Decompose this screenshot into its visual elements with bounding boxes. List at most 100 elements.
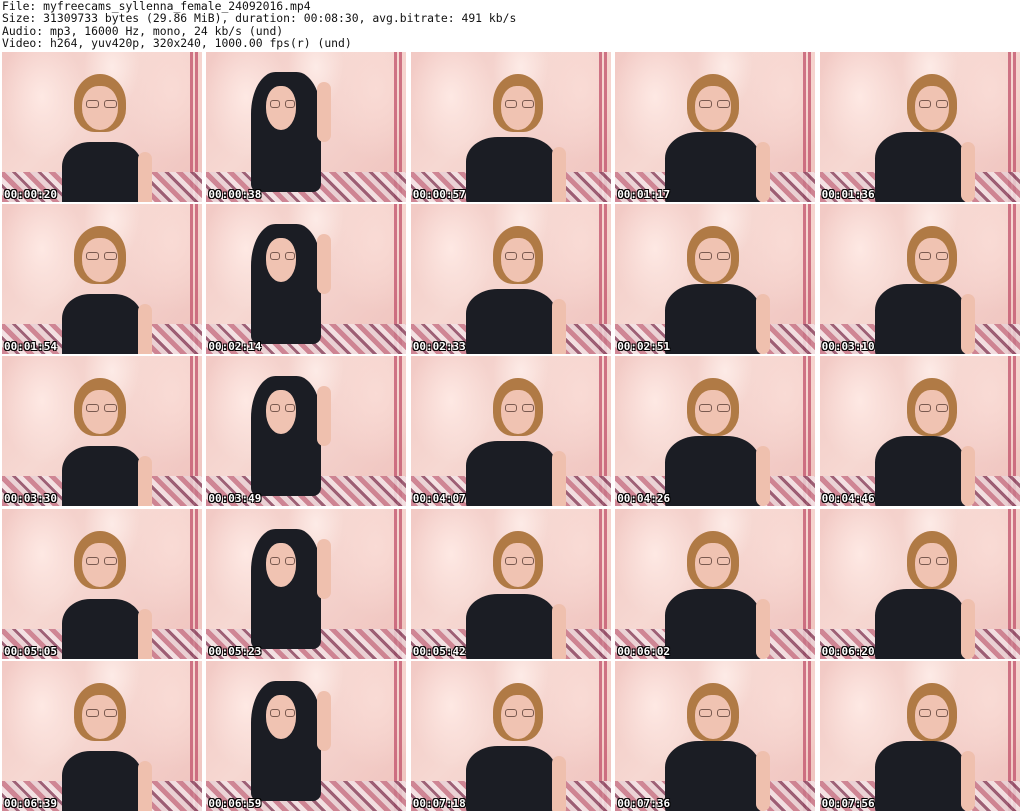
thumbnail-timestamp: 00:07:36 [617, 796, 671, 810]
thumbnail-timestamp: 00:00:57 [412, 188, 466, 201]
glasses-lens [918, 252, 931, 261]
person-arm [960, 294, 975, 355]
thumbnail-timestamp: 00:02:14 [208, 340, 262, 354]
glasses-lens [521, 252, 534, 261]
glasses-lens [935, 100, 948, 108]
person-face [695, 86, 732, 130]
person-dress [874, 284, 965, 355]
video-thumbnail: 00:03:49 [206, 356, 407, 507]
glasses-lens [104, 708, 117, 717]
glasses-lens [521, 708, 534, 717]
video-thumbnail: 00:02:51 [615, 204, 816, 355]
person-dress [665, 740, 761, 811]
glasses-lens [285, 404, 296, 413]
person-dress [465, 137, 556, 202]
glasses-lens [270, 404, 281, 413]
person-dress [465, 745, 556, 811]
person-arm [960, 750, 975, 811]
person-face [914, 694, 949, 739]
person-arm [317, 690, 332, 751]
thumbnail-timestamp: 00:04:26 [617, 492, 671, 506]
person-dress [465, 441, 556, 507]
glasses-lens [504, 100, 517, 108]
glasses-lens [717, 556, 731, 565]
person-face [500, 542, 535, 587]
thumbnail-timestamp: 00:06:39 [4, 796, 57, 810]
thumbnail-timestamp: 00:05:42 [412, 644, 466, 658]
person-face [914, 238, 949, 283]
video-thumbnail: 00:00:20 [2, 52, 202, 202]
glasses-lens [504, 252, 517, 261]
thumbnail-timestamp: 00:05:05 [4, 644, 57, 658]
person-dress [62, 750, 142, 811]
person-arm [138, 760, 152, 811]
thumbnail-timestamp: 00:05:23 [208, 644, 262, 658]
person-arm [960, 598, 975, 659]
person-face [695, 694, 732, 739]
person-arm [756, 294, 771, 355]
thumbnail-timestamp: 00:01:36 [821, 188, 875, 201]
glasses-lens [717, 252, 731, 261]
glasses-lens [104, 100, 117, 108]
person-face [914, 86, 949, 130]
glasses-lens [699, 708, 713, 717]
person-dress [874, 588, 965, 659]
person-arm [551, 755, 566, 811]
thumbnail-timestamp: 00:03:49 [208, 492, 262, 506]
video-thumbnail: 00:04:26 [615, 356, 816, 507]
thumbnail-timestamp: 00:02:33 [412, 340, 466, 354]
person-dress [62, 446, 142, 507]
person-dress [665, 284, 761, 355]
glasses-lens [86, 708, 99, 717]
glasses-lens [717, 404, 731, 413]
thumbnail-timestamp: 00:04:07 [412, 492, 466, 506]
person-dress [465, 593, 556, 659]
thumbnail-timestamp: 00:00:38 [208, 188, 262, 201]
video-thumbnail: 00:00:38 [206, 52, 407, 202]
person-dress [62, 142, 142, 202]
glasses-lens [935, 404, 948, 413]
person-dress [62, 598, 142, 659]
glasses-lens [521, 404, 534, 413]
glasses-lens [918, 556, 931, 565]
glasses-lens [285, 252, 296, 261]
glasses-lens [918, 708, 931, 717]
video-thumbnail: 00:01:36 [819, 52, 1020, 202]
glasses-lens [699, 252, 713, 261]
person-face [914, 390, 949, 435]
person-dress [874, 436, 965, 507]
glasses-lens [270, 252, 281, 261]
person-face [500, 86, 535, 130]
glasses-lens [104, 252, 117, 261]
video-info-line: Video: h264, yuv420p, 320x240, 1000.00 f… [2, 36, 352, 51]
video-thumbnail: 00:06:20 [819, 508, 1020, 659]
person-face [82, 694, 118, 739]
glasses-lens [270, 556, 281, 565]
person-face [695, 542, 732, 587]
video-thumbnail: 00:06:02 [615, 508, 816, 659]
glasses-lens [104, 556, 117, 565]
person-arm [551, 603, 566, 659]
person-arm [960, 446, 975, 507]
glasses-lens [86, 100, 99, 108]
video-thumbnail: 00:07:56 [819, 660, 1020, 811]
thumbnail-timestamp: 00:03:30 [4, 492, 57, 506]
thumbnail-timestamp: 00:01:54 [4, 340, 57, 354]
person-face [914, 542, 949, 587]
video-thumbnail: 00:04:07 [410, 356, 611, 507]
glasses-lens [504, 556, 517, 565]
glasses-lens [270, 708, 281, 717]
thumbnail-timestamp: 00:00:20 [4, 188, 57, 201]
glasses-lens [918, 404, 931, 413]
glasses-lens [504, 404, 517, 413]
glasses-lens [717, 100, 731, 108]
glasses-lens [935, 708, 948, 717]
glasses-lens [86, 404, 99, 413]
video-thumbnail: 00:00:57 [410, 52, 611, 202]
person-arm [551, 299, 566, 355]
person-arm [756, 598, 771, 659]
file-size-line: Size: 31309733 bytes (29.86 MiB), durati… [2, 11, 517, 26]
video-thumbnail: 00:05:05 [2, 508, 202, 659]
video-thumbnail: 00:01:17 [615, 52, 816, 202]
video-thumbnail: 00:02:33 [410, 204, 611, 355]
